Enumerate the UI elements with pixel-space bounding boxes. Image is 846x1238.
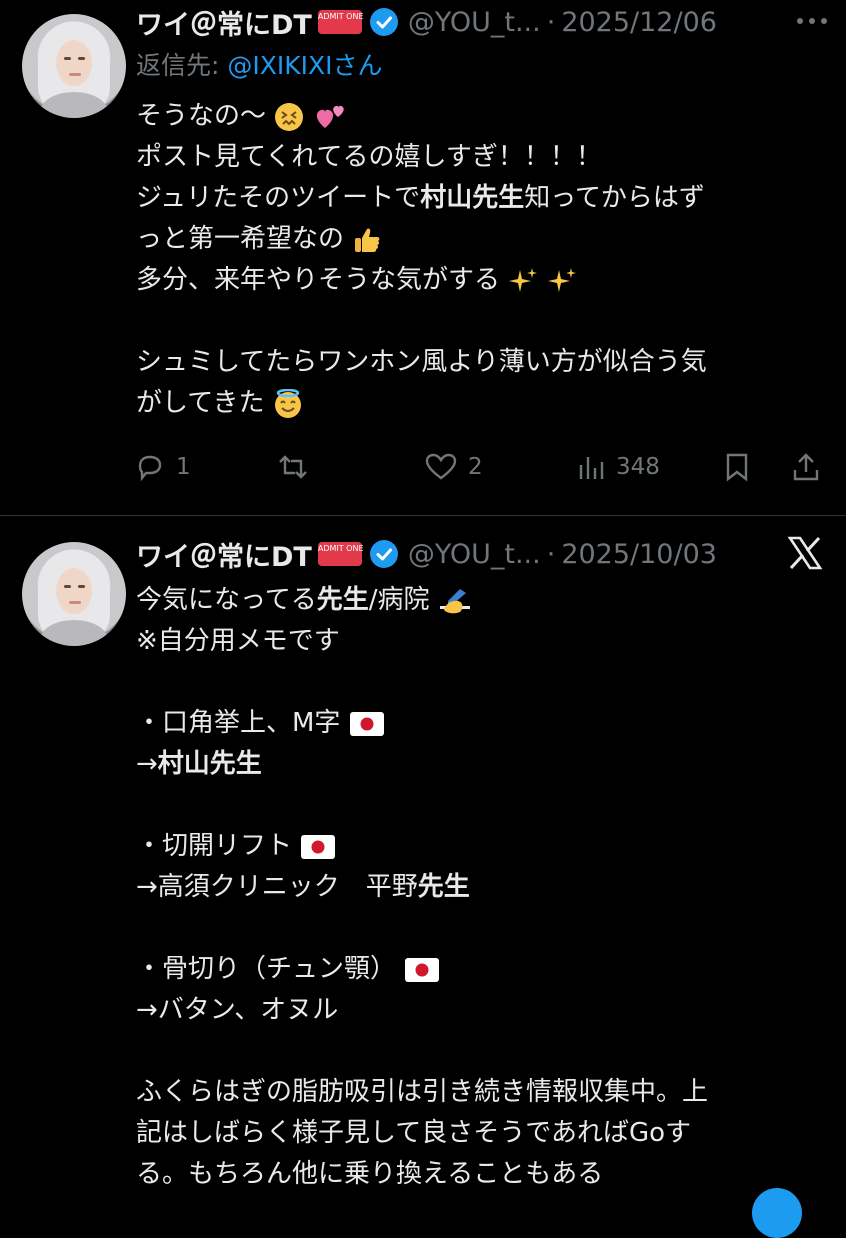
post-1[interactable]: ワイ＠常にDT ADMIT ONE @YOU_t... · 2025/12/06… <box>0 0 846 516</box>
revolving-hearts-emoji <box>316 105 344 128</box>
body-line: ・骨切り（チュン顎） <box>136 954 397 984</box>
body-line: ふくらはぎの脂肪吸引は引き続き情報収集中。上 <box>136 1077 709 1107</box>
reply-label: 返信先: <box>136 51 228 80</box>
post-date[interactable]: 2025/10/03 <box>561 539 717 570</box>
reply-mention[interactable]: @IXIKIXIさん <box>227 51 382 80</box>
confounded-face-emoji <box>275 102 304 131</box>
separator-dot: · <box>546 6 556 38</box>
post-header: ワイ＠常にDT ADMIT ONE @YOU_t... · 2025/10/03 <box>136 534 717 574</box>
like-button[interactable]: 2 <box>424 445 483 489</box>
sparkles-emoji <box>509 267 538 292</box>
body-line: ジュリたそのツイートで <box>136 183 421 213</box>
body-line: シュミしてたらワンホン風より薄い方が似合う気 <box>136 347 707 377</box>
japan-flag-icon <box>405 957 440 982</box>
body-line: ・切開リフト <box>136 831 293 861</box>
reply-icon <box>138 455 162 482</box>
bookmark-icon <box>726 453 748 482</box>
like-count: 2 <box>468 454 483 480</box>
share-icon <box>793 453 819 481</box>
body-line: 多分、来年やりそうな気がする <box>136 265 501 295</box>
body-line: ※自分用メモです <box>136 626 340 656</box>
ticket-icon: ADMIT ONE <box>317 10 364 34</box>
action-bar: 1 2 348 <box>134 445 834 489</box>
handle[interactable]: @YOU_t... <box>408 7 541 38</box>
reply-to-line: 返信先: @IXIKIXIさん <box>136 46 383 82</box>
compose-button[interactable] <box>752 1188 802 1238</box>
avatar[interactable] <box>22 14 126 118</box>
writing-hand-emoji <box>439 588 470 613</box>
body-line: っと第一希望なの <box>136 224 345 254</box>
like-icon <box>425 453 457 480</box>
body-line: ポスト見てくれてるの嬉しすぎ！！！！ <box>136 142 602 172</box>
post-header: ワイ＠常にDT ADMIT ONE @YOU_t... · 2025/12/06 <box>136 2 717 42</box>
japan-flag-icon <box>301 834 336 859</box>
views-icon <box>579 457 604 479</box>
post-date[interactable]: 2025/12/06 <box>561 7 717 38</box>
verified-badge-icon <box>369 8 398 36</box>
ticket-icon: ADMIT ONE <box>317 542 364 566</box>
smiling-face-with-halo-emoji <box>274 388 301 418</box>
views-count: 348 <box>616 454 660 480</box>
avatar[interactable] <box>22 542 126 646</box>
separator-dot: · <box>546 538 556 570</box>
body-line: がしてきた <box>136 388 265 418</box>
repost-icon <box>279 455 307 479</box>
post-body: そうなの〜 ポスト見てくれてるの嬉しすぎ！！！！ ジュリたそのツイートで村山先生… <box>136 96 826 424</box>
japan-flag-icon <box>349 711 384 736</box>
bookmark-button[interactable] <box>722 445 752 489</box>
sparkles-emoji <box>547 267 576 292</box>
post-body: 今気になってる先生/病院 ※自分用メモです ・口角挙上、M字 →村山先生 ・切開… <box>136 580 826 1195</box>
body-line: →高須クリニック 平野 <box>136 872 418 902</box>
body-line: 知ってからはず <box>524 183 705 213</box>
thumbs-up-emoji <box>355 228 380 252</box>
body-line-bold: 村山先生 <box>157 749 262 779</box>
display-name[interactable]: ワイ＠常にDT <box>136 535 312 574</box>
more-icon[interactable] <box>788 6 836 36</box>
display-name[interactable]: ワイ＠常にDT <box>136 3 312 42</box>
body-line: 記はしばらく様子見して良さそうであればGoす <box>136 1118 692 1148</box>
body-line: ・口角挙上、M字 <box>136 708 341 738</box>
reply-count: 1 <box>176 454 191 480</box>
body-line: →バタン、オヌル <box>136 995 339 1025</box>
body-line: 今気になってる <box>136 585 317 615</box>
handle[interactable]: @YOU_t... <box>408 539 541 570</box>
body-line-bold: 先生 <box>417 872 470 902</box>
body-line: /病院 <box>368 585 430 615</box>
body-line-bold: 村山先生 <box>420 183 525 213</box>
body-line-bold: 先生 <box>316 585 369 615</box>
repost-button[interactable] <box>276 445 310 489</box>
x-logo-icon[interactable] <box>786 534 824 572</box>
body-line: → <box>136 749 158 779</box>
body-line: そうなの〜 <box>136 101 267 131</box>
body-line: る。もちろん他に乗り換えることもある <box>136 1159 604 1189</box>
verified-badge-icon <box>369 540 398 568</box>
views-button[interactable]: 348 <box>576 445 660 489</box>
reply-button[interactable]: 1 <box>134 445 191 489</box>
share-button[interactable] <box>790 445 822 489</box>
post-2[interactable]: ワイ＠常にDT ADMIT ONE @YOU_t... · 2025/10/03… <box>0 516 846 1200</box>
